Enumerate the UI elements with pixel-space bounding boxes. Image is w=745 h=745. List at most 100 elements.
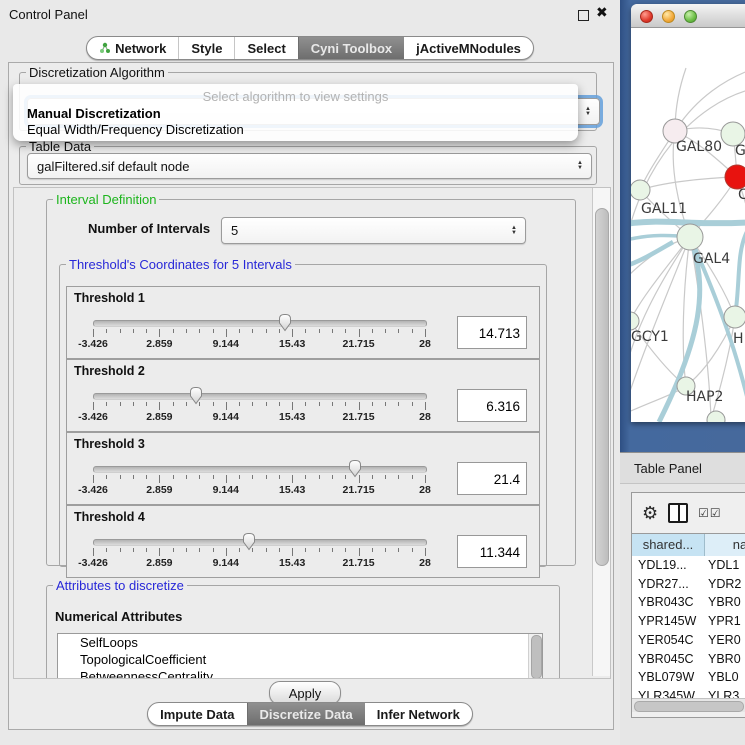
slider-track[interactable] xyxy=(93,466,427,473)
slider-track[interactable] xyxy=(93,393,427,400)
attribute-item[interactable]: SelfLoops xyxy=(58,634,542,651)
column-header-name[interactable]: na xyxy=(705,534,745,556)
slider-tick-labels: -3.4262.8599.14415.4321.71528 xyxy=(93,557,425,569)
table-row[interactable]: YBR045CYBR0 xyxy=(632,650,745,669)
tab-cyni-toolbox[interactable]: Cyni Toolbox xyxy=(298,37,404,59)
number-of-intervals-combobox[interactable]: 5 ▲▼ xyxy=(221,217,526,244)
threshold-value-field[interactable]: 21.4 xyxy=(457,462,527,495)
table-widget: ⚙ ☑☑ shared... na YDL19...YDL1YDR27...YD… xyxy=(631,492,745,718)
select-checkboxes-icon[interactable]: ☑☑ xyxy=(698,506,722,520)
node-label-h: H xyxy=(733,331,744,347)
table-data-legend: Table Data xyxy=(26,139,94,154)
table-toolbar: ⚙ ☑☑ xyxy=(632,493,745,533)
node-gcy1[interactable] xyxy=(631,312,639,330)
numerical-attributes-list[interactable]: SelfLoopsTopologicalCoefficientBetweenne… xyxy=(57,633,543,679)
table-horizontal-scrollbar[interactable] xyxy=(632,698,745,712)
thresholds-legend: Threshold's Coordinates for 5 Intervals xyxy=(66,257,295,272)
slider-thumb[interactable] xyxy=(241,532,257,551)
network-window-titlebar[interactable] xyxy=(631,4,745,28)
slider-ticks xyxy=(93,329,425,338)
table-row[interactable]: YBL079WYBL0 xyxy=(632,668,745,687)
discretization-algorithm-legend: Discretization Algorithm xyxy=(26,65,168,80)
columns-icon[interactable] xyxy=(668,503,688,523)
float-window-icon[interactable] xyxy=(578,10,589,21)
column-header-shared[interactable]: shared... xyxy=(632,534,705,556)
node-red-selected[interactable] xyxy=(725,165,745,189)
interval-definition-group: Interval Definition Number of Intervals … xyxy=(46,192,576,566)
slider-tick-labels: -3.4262.8599.14415.4321.71528 xyxy=(93,484,425,496)
slider-ticks xyxy=(93,475,425,484)
network-canvas[interactable]: GAL80GCGAL11GAL4GCY1HHAP2 xyxy=(631,28,745,422)
combo-arrows-icon: ▲▼ xyxy=(511,226,517,236)
slider-track[interactable] xyxy=(93,539,427,546)
thresholds-group: Threshold's Coordinates for 5 Intervals … xyxy=(59,257,547,567)
threshold-block-3: Threshold 3-3.4262.8599.14415.4321.71528… xyxy=(66,432,540,505)
table-row[interactable]: YER054CYER0 xyxy=(632,631,745,650)
node-label-c: C xyxy=(738,187,745,203)
slider-tick-labels: -3.4262.8599.14415.4321.71528 xyxy=(93,338,425,350)
minimize-traffic-light-icon[interactable] xyxy=(662,10,675,23)
tab-style[interactable]: Style xyxy=(178,37,234,59)
threshold-block-2: Threshold 2-3.4262.8599.14415.4321.71528… xyxy=(66,359,540,432)
algorithm-popup: Select algorithm to view settings Manual… xyxy=(13,84,578,141)
number-of-intervals-label: Number of Intervals xyxy=(88,221,210,236)
node-label-gal4: GAL4 xyxy=(693,251,730,267)
bottom-tab-bar: Impute DataDiscretize DataInfer Network xyxy=(0,702,620,726)
control-panel: Control Panel ✖ NetworkStyleSelectCyni T… xyxy=(0,0,621,745)
desktop-area: GAL80GCGAL11GAL4GCY1HHAP2 Table Panel ⚙ … xyxy=(620,0,745,745)
attributes-scrollbar[interactable] xyxy=(528,634,542,679)
node-h[interactable] xyxy=(724,306,745,328)
table-data-value: galFiltered.sif default node xyxy=(37,159,189,174)
slider-thumb[interactable] xyxy=(188,386,204,405)
slider-track[interactable] xyxy=(93,320,427,327)
threshold-label: Threshold 4 xyxy=(74,510,145,524)
main-vertical-scrollbar[interactable] xyxy=(592,188,610,676)
threshold-block-1: Threshold 1-3.4262.8599.14415.4321.71528… xyxy=(66,286,540,359)
zoom-traffic-light-icon[interactable] xyxy=(684,10,697,23)
table-row[interactable]: YBR043CYBR0 xyxy=(632,593,745,612)
attribute-item[interactable]: TopologicalCoefficient xyxy=(58,651,542,668)
table-row[interactable]: YDR27...YDR2 xyxy=(632,575,745,594)
node-gal11[interactable] xyxy=(631,180,650,200)
close-icon[interactable]: ✖ xyxy=(596,4,608,21)
table-row[interactable]: YPR145WYPR1 xyxy=(632,612,745,631)
tab-jactivemnodules[interactable]: jActiveMNodules xyxy=(404,37,533,59)
threshold-label: Threshold 2 xyxy=(74,364,145,378)
network-window: GAL80GCGAL11GAL4GCY1HHAP2 xyxy=(631,4,745,422)
node-label-gcy1: GCY1 xyxy=(631,329,669,345)
top-tab-bar: NetworkStyleSelectCyni ToolboxjActiveMNo… xyxy=(0,36,620,60)
threshold-value-field[interactable]: 14.713 xyxy=(457,316,527,349)
popup-option-equal-width-frequency-discretization[interactable]: Equal Width/Frequency Discretization xyxy=(27,122,244,137)
threshold-block-4: Threshold 4 -3.4262.8599.14415.4321.71528… xyxy=(66,505,540,578)
table-panel-header: Table Panel xyxy=(620,452,745,484)
panel-title: Control Panel xyxy=(9,7,88,22)
tab-impute-data[interactable]: Impute Data xyxy=(148,703,246,725)
slider-ticks xyxy=(93,548,425,557)
tab-discretize-data[interactable]: Discretize Data xyxy=(247,703,365,725)
cyni-toolbox-panel: Discretization Algorithm ▲▼ Table Data g… xyxy=(8,62,614,730)
tab-network[interactable]: Network xyxy=(87,37,178,59)
attributes-group: Attributes to discretize Numerical Attri… xyxy=(46,578,560,679)
popup-option-manual-discretization[interactable]: Manual Discretization xyxy=(27,106,161,121)
network-tree-icon xyxy=(99,42,111,54)
table-row[interactable]: YDL19...YDL1 xyxy=(632,556,745,575)
tab-select[interactable]: Select xyxy=(234,37,297,59)
node-label-gal80: GAL80 xyxy=(676,139,722,155)
slider-thumb[interactable] xyxy=(347,459,363,478)
gear-icon[interactable]: ⚙ xyxy=(642,504,658,522)
table-data-combobox[interactable]: galFiltered.sif default node ▲▼ xyxy=(27,153,592,179)
close-traffic-light-icon[interactable] xyxy=(640,10,653,23)
node-label-gal11: GAL11 xyxy=(641,201,687,217)
threshold-value-field[interactable]: 11.344 xyxy=(457,535,527,568)
attribute-item[interactable]: BetweennessCentrality xyxy=(58,668,542,679)
threshold-value-field[interactable]: 6.316 xyxy=(457,389,527,422)
tab-infer-network[interactable]: Infer Network xyxy=(365,703,472,725)
node-bottom[interactable] xyxy=(707,411,725,422)
interval-definition-legend: Interval Definition xyxy=(53,192,159,207)
slider-ticks xyxy=(93,402,425,411)
table-rows: YDL19...YDL1YDR27...YDR2YBR043CYBR0YPR14… xyxy=(632,556,745,698)
slider-thumb[interactable] xyxy=(277,313,293,332)
node-gal4[interactable] xyxy=(677,224,703,250)
popup-hint: Select algorithm to view settings xyxy=(13,89,578,104)
table-row[interactable]: YLR345WYLR3 xyxy=(632,687,745,698)
